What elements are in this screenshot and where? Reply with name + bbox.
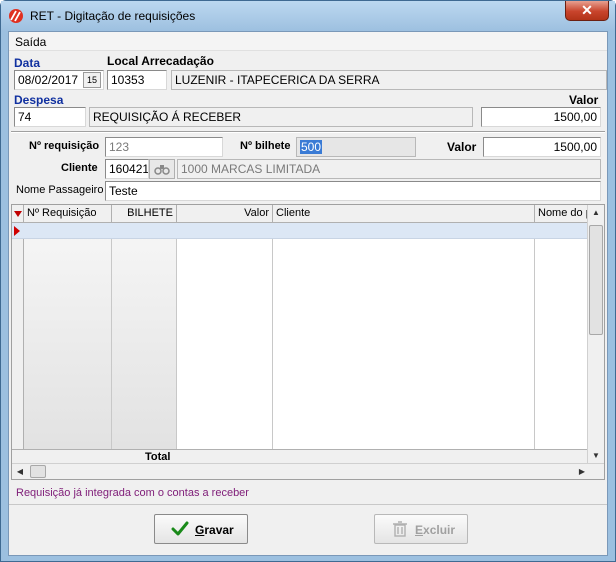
close-button[interactable]: ✕	[565, 1, 609, 21]
binoculars-icon[interactable]	[149, 159, 175, 179]
grid-indicator-header[interactable]	[12, 205, 24, 223]
section-divider	[11, 131, 605, 133]
gravar-label: Gravar	[195, 523, 234, 537]
table-row[interactable]	[12, 223, 590, 239]
app-window: RET - Digitação de requisições ✕ Saída D…	[0, 0, 616, 562]
cliente-code-field[interactable]: 160421	[105, 159, 149, 179]
grid-col-requisicao	[24, 223, 112, 449]
trash-icon	[393, 521, 407, 537]
row-indicator-column	[12, 223, 24, 449]
valor2-field[interactable]: 1500,00	[483, 137, 601, 157]
despesa-code-field[interactable]: 74	[14, 107, 86, 127]
grid-footer-row: Total	[12, 449, 590, 464]
col-header-nome[interactable]: Nome do pa	[535, 205, 591, 223]
scroll-up-icon[interactable]: ▲	[588, 205, 604, 221]
title-bar[interactable]: RET - Digitação de requisições ✕	[1, 1, 615, 31]
checkmark-icon	[171, 521, 189, 536]
bilhete-field[interactable]: 500	[296, 137, 416, 157]
col-header-requisicao[interactable]: Nº Requisição	[24, 205, 112, 223]
requisicao-label: Nº requisição	[29, 140, 100, 152]
cliente-name-field: 1000 MARCAS LIMITADA	[177, 159, 601, 179]
vertical-scrollbar[interactable]: ▲ ▼	[587, 205, 604, 464]
passageiro-field[interactable]: Teste	[105, 181, 601, 201]
col-header-bilhete[interactable]: BILHETE	[112, 205, 177, 223]
sort-arrow-icon	[14, 211, 22, 217]
grid-col-nome	[535, 223, 591, 449]
valor-label: Valor	[569, 93, 599, 107]
col-header-cliente[interactable]: Cliente	[273, 205, 535, 223]
local-name-field: LUZENIR - ITAPECERICA DA SERRA	[171, 70, 607, 90]
client-area: Saída Data Local Arrecadação 08/02/2017 …	[8, 31, 608, 556]
app-logo-icon	[9, 9, 23, 23]
data-label: Data	[14, 56, 41, 70]
current-row-indicator-icon	[14, 226, 20, 236]
requisitions-grid[interactable]: Nº Requisição BILHETE Valor Cliente Nome…	[11, 204, 605, 480]
menu-item-saida[interactable]: Saída	[15, 35, 46, 49]
local-code-field[interactable]: 10353	[107, 70, 167, 90]
status-message: Requisição já integrada com o contas a r…	[16, 487, 249, 499]
scroll-down-icon[interactable]: ▼	[588, 448, 604, 464]
window-title: RET - Digitação de requisições	[30, 9, 196, 23]
requisicao-field[interactable]: 123	[105, 137, 223, 157]
scroll-left-icon[interactable]: ◀	[12, 464, 28, 479]
excluir-label: Excluir	[415, 523, 456, 537]
despesa-label: Despesa	[14, 93, 64, 107]
total-label: Total	[145, 451, 171, 463]
grid-col-cliente	[273, 223, 535, 449]
cliente-label: Cliente	[61, 162, 98, 174]
valor2-label: Valor	[447, 140, 477, 154]
vertical-scroll-thumb[interactable]	[589, 225, 603, 335]
scroll-right-icon[interactable]: ▶	[574, 464, 590, 479]
col-header-valor[interactable]: Valor	[177, 205, 273, 223]
menu-bar: Saída	[9, 32, 607, 51]
excluir-button[interactable]: Excluir	[374, 514, 468, 544]
passageiro-label: Nome Passageiro	[16, 184, 104, 196]
bilhete-label: Nº bilhete	[240, 140, 291, 152]
grid-col-bilhete	[112, 223, 177, 449]
grid-col-valor	[177, 223, 273, 449]
button-bar: Gravar Excluir	[9, 504, 607, 555]
despesa-name-field: REQUISIÇÃO Á RECEBER	[89, 107, 473, 127]
valor-field[interactable]: 1500,00	[481, 107, 601, 127]
gravar-button[interactable]: Gravar	[154, 514, 248, 544]
calendar-icon[interactable]: 15	[83, 72, 101, 88]
horizontal-scroll-thumb[interactable]	[30, 465, 46, 478]
horizontal-scrollbar[interactable]: ◀ ▶	[12, 463, 604, 479]
local-arrecadacao-label: Local Arrecadação	[107, 54, 214, 68]
